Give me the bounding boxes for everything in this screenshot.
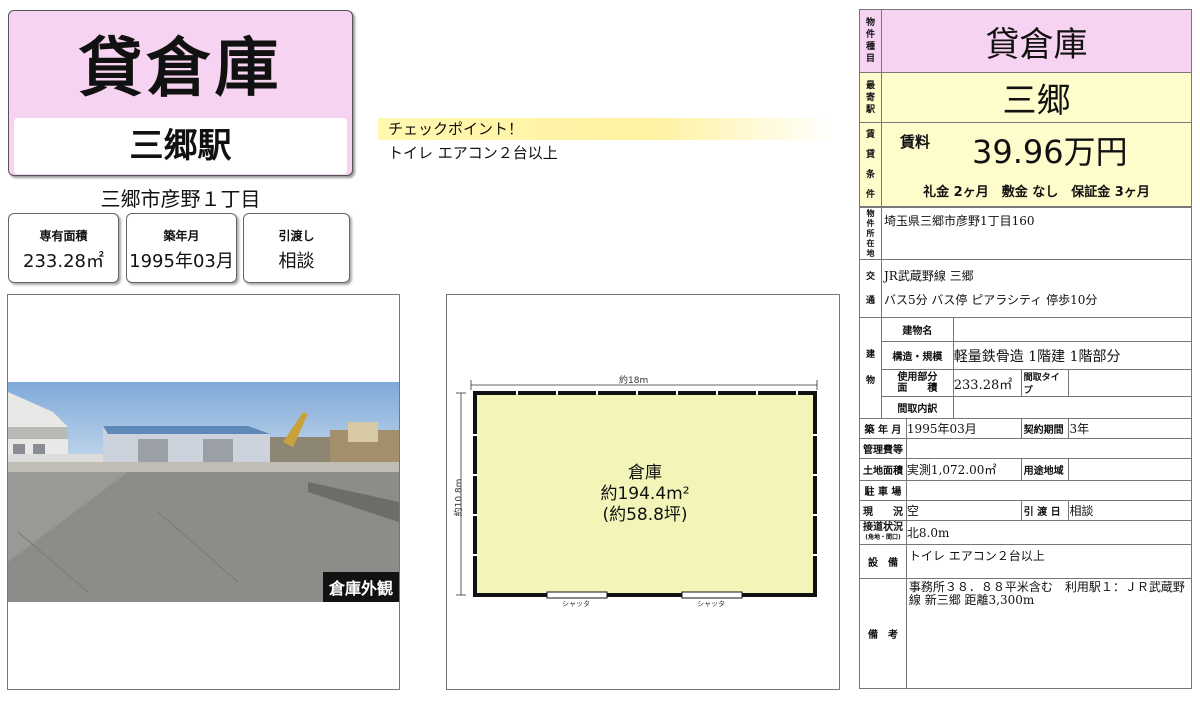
spec-built-label: 築年月	[163, 229, 200, 243]
built-label: 築 年 月	[859, 418, 907, 439]
floorplan-panel: 約18m 約10.8m 倉庫 約194.4m² (約58.8坪) シャッタ シャ…	[446, 294, 840, 690]
location-value: 埼玉県三郷市彦野1丁目160	[880, 207, 1193, 260]
height-label: 約10.8m	[454, 478, 465, 517]
traffic-line-2: バス5分 バス停 ピアラシティ 停歩10分	[883, 293, 1098, 307]
handover-value: 相談	[1068, 500, 1192, 521]
zoning-value	[1068, 458, 1192, 481]
parking-value	[905, 480, 1193, 501]
traffic-label: 交通	[859, 259, 882, 318]
shutter-label-1: シャッタ	[562, 600, 590, 608]
building-name-label: 建物名	[880, 317, 954, 342]
remarks-label: 備 考	[859, 578, 907, 689]
location-label: 物件所在地	[859, 207, 882, 260]
summary-table: 物件種目 貸倉庫 最寄駅 三郷 賃貸条件 賃料 39.96万円 礼金 2ヶ月 敷…	[859, 9, 1192, 207]
status-value: 空	[905, 500, 1022, 521]
layout-detail-label: 間取内訳	[880, 396, 954, 419]
equipment-label: 設 備	[859, 544, 907, 579]
layout-type-value	[1068, 369, 1192, 397]
deposit-text: 礼金 2ヶ月 敷金 なし 保証金 3ヶ月	[923, 185, 1150, 200]
layout-detail-value	[952, 396, 1193, 419]
warehouse-photo: 倉庫外観	[8, 382, 399, 602]
land-value: 実測1,072.00㎡	[905, 458, 1022, 481]
room-name: 倉庫	[628, 463, 662, 483]
spec-built-value: 1995年03月	[129, 251, 234, 272]
terms-label: 賃貸条件	[859, 122, 882, 207]
spec-handover: 引渡し 相談	[243, 213, 350, 283]
property-type-title: 貸倉庫	[78, 32, 283, 106]
width-label: 約18m	[619, 376, 649, 386]
spec-handover-label: 引渡し	[278, 229, 315, 243]
detail-table: 物件所在地 埼玉県三郷市彦野1丁目160 交通 JR武蔵野線 三郷 バス5分 バ…	[859, 207, 1193, 689]
photo-panel: 倉庫外観	[7, 294, 400, 690]
land-label: 土地面積	[859, 458, 907, 481]
shutter-label-2: シャッタ	[697, 600, 725, 608]
type-value: 貸倉庫	[881, 9, 1192, 73]
parking-label: 駐 車 場	[859, 480, 907, 501]
road-value: 北8.0m	[905, 520, 1193, 545]
mgmt-value	[905, 438, 1193, 459]
room-label: 倉庫 約194.4m² (約58.8坪)	[475, 463, 815, 526]
address-heading: 三郷市彦野１丁目	[100, 187, 261, 211]
spec-area-value: 233.28㎡	[23, 251, 104, 272]
zoning-label: 用途地域	[1020, 458, 1070, 481]
structure-label: 構造・規模	[880, 341, 954, 370]
traffic-cell: JR武蔵野線 三郷 バス5分 バス停 ピアラシティ 停歩10分	[880, 259, 1193, 318]
mgmt-label: 管理費等	[859, 438, 907, 459]
type-label: 物件種目	[859, 9, 882, 73]
remarks-value: 事務所３８．８８平米含む 利用駅１：ＪＲ武蔵野線 新三郷 距離3,300m	[905, 578, 1193, 689]
usage-area-value: 233.28㎡	[952, 369, 1022, 397]
room-area-tsubo: (約58.8坪)	[602, 505, 688, 525]
room-area-m2: 約194.4m²	[600, 484, 690, 504]
shutter-2	[681, 591, 743, 599]
station-title: 三郷駅	[14, 118, 347, 174]
station-label: 最寄駅	[859, 72, 882, 123]
checkpoint-title: チェックポイント！	[378, 118, 836, 140]
status-label: 現 況	[859, 500, 907, 521]
layout-type-label: 間取タイプ	[1020, 369, 1070, 397]
traffic-line-1: JR武蔵野線 三郷	[883, 269, 974, 283]
road-label: 接道状況 (角地・間口)	[859, 520, 907, 545]
rent-label: 賃料	[900, 133, 931, 151]
equipment-value: トイレ エアコン２台以上	[905, 544, 1193, 579]
spec-handover-value: 相談	[278, 251, 315, 272]
usage-area-label: 使用部分 面 積	[880, 369, 954, 397]
building-label: 建物	[859, 317, 882, 419]
terms-cell: 賃料 39.96万円 礼金 2ヶ月 敷金 なし 保証金 3ヶ月	[881, 122, 1192, 207]
spec-area: 専有面積 233.28㎡	[8, 213, 119, 283]
spec-built: 築年月 1995年03月	[126, 213, 237, 283]
shutter-1	[546, 591, 608, 599]
contract-value: 3年	[1068, 418, 1192, 439]
spec-area-label: 専有面積	[39, 229, 88, 243]
contract-label: 契約期間	[1020, 418, 1070, 439]
rent-value: 39.96万円	[972, 133, 1128, 171]
built-value: 1995年03月	[905, 418, 1022, 439]
structure-value: 軽量鉄骨造 1階建 1階部分	[952, 341, 1193, 370]
checkpoint-body: トイレ エアコン２台以上	[388, 144, 558, 162]
building-name-value	[952, 317, 1193, 342]
title-card: 貸倉庫 三郷駅	[8, 10, 353, 176]
photo-caption: 倉庫外観	[322, 572, 399, 602]
station-value: 三郷	[881, 72, 1192, 123]
handover-label: 引 渡 日	[1020, 500, 1070, 521]
